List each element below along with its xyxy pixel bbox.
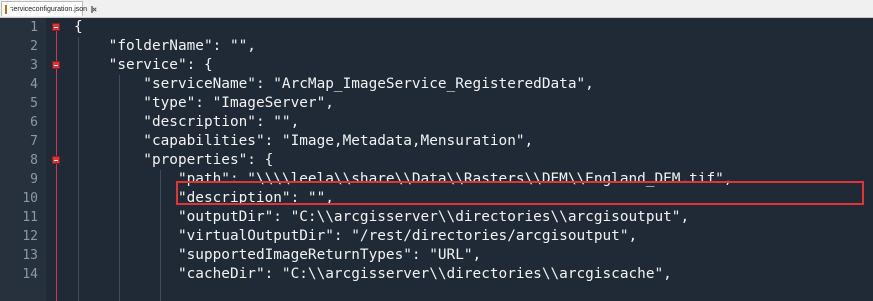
code-text: "capabilities": "Image,Metadata,Mensurat… (74, 133, 534, 149)
fold-toggle-icon[interactable] (52, 156, 60, 164)
code-editor[interactable]: 1{2 "folderName": "", 3 "service": {4 "se… (0, 18, 873, 301)
code-line[interactable]: 6 "description": "", (0, 113, 873, 132)
fold-toggle-icon[interactable] (52, 61, 60, 69)
line-number: 9 (30, 172, 38, 187)
code-line[interactable]: 4 "serviceName": "ArcMap_ImageService_Re… (0, 75, 873, 94)
fold-toggle-icon[interactable] (52, 23, 60, 31)
line-number: 3 (30, 58, 38, 73)
line-number: 2 (30, 39, 38, 54)
code-text: "supportedImageReturnTypes": "URL", (74, 247, 482, 263)
path-highlight-box (176, 181, 864, 205)
code-text: "description": "", (74, 114, 300, 130)
code-line[interactable]: 14 "cacheDir": "C:\\arcgisserver\\direct… (0, 265, 873, 284)
code-text: "type": "ImageServer", (74, 95, 334, 111)
code-text: "service": { (74, 57, 213, 73)
code-line[interactable]: 12 "virtualOutputDir": "/rest/directorie… (0, 227, 873, 246)
code-text: "outputDir": "C:\\arcgisserver\\director… (74, 209, 690, 225)
code-text: "virtualOutputDir": "/rest/directories/a… (74, 228, 638, 244)
line-number: 6 (30, 115, 38, 130)
code-text: "serviceName": "ArcMap_ImageService_Regi… (74, 76, 594, 92)
code-text: "cacheDir": "C:\\arcgisserver\\directori… (74, 266, 672, 282)
close-icon[interactable] (91, 5, 94, 13)
code-line[interactable]: 7 "capabilities": "Image,Metadata,Mensur… (0, 132, 873, 151)
line-number: 4 (30, 77, 38, 92)
code-text: "properties": { (74, 152, 274, 168)
line-number: 13 (22, 248, 38, 263)
line-number: 12 (22, 229, 38, 244)
code-line[interactable]: 8 "properties": { (0, 151, 873, 170)
code-line[interactable]: 13 "supportedImageReturnTypes": "URL", (0, 246, 873, 265)
line-number: 1 (30, 20, 38, 35)
code-line[interactable]: 11 "outputDir": "C:\\arcgisserver\\direc… (0, 208, 873, 227)
tab-bar: serviceconfiguration.json (0, 0, 873, 18)
line-number: 7 (30, 134, 38, 149)
line-number: 14 (22, 267, 38, 282)
line-number: 5 (30, 96, 38, 111)
line-number: 11 (22, 210, 38, 225)
code-text: { (74, 19, 83, 35)
code-line[interactable]: 3 "service": { (0, 56, 873, 75)
code-line[interactable]: 2 "folderName": "", (0, 37, 873, 56)
code-line[interactable]: 5 "type": "ImageServer", (0, 94, 873, 113)
tab-label: serviceconfiguration.json (10, 5, 88, 13)
line-number: 10 (22, 191, 38, 206)
code-line[interactable]: 1{ (0, 18, 873, 37)
line-number: 8 (30, 153, 38, 168)
json-file-icon (5, 4, 12, 14)
tab-serviceconfiguration[interactable]: serviceconfiguration.json (1, 1, 94, 16)
code-text: "folderName": "", (74, 38, 256, 54)
